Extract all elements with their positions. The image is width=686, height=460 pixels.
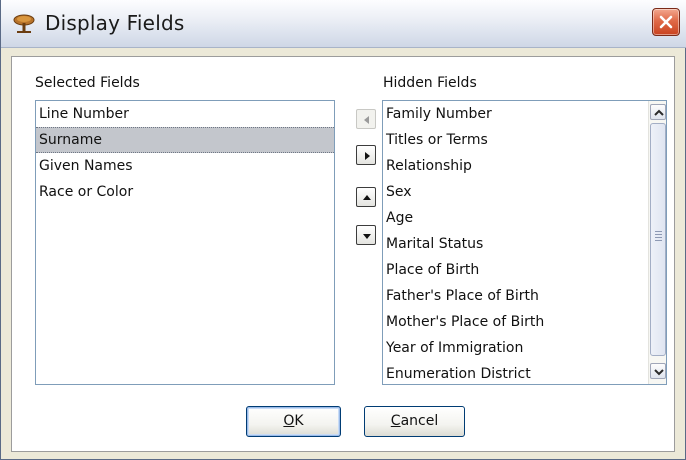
hidden-fields-label: Hidden Fields: [383, 75, 477, 91]
grip-line: [655, 240, 662, 241]
list-item[interactable]: Enumeration District: [383, 361, 648, 387]
list-item[interactable]: Given Names: [36, 153, 334, 179]
list-item[interactable]: Mother's Place of Birth: [383, 309, 648, 335]
triangle-right-icon: [365, 152, 370, 160]
list-item-selected[interactable]: Surname: [36, 127, 334, 153]
triangle-left-icon: [364, 116, 369, 124]
chevron-down-icon: [654, 369, 664, 376]
chevron-up-icon: [654, 109, 664, 116]
scroll-thumb[interactable]: [650, 123, 666, 356]
list-item[interactable]: Year of Immigration: [383, 335, 648, 361]
move-down-button[interactable]: [356, 225, 376, 245]
dialog-title: Display Fields: [45, 11, 185, 35]
list-item[interactable]: Sex: [383, 179, 648, 205]
move-up-button[interactable]: [356, 187, 376, 207]
grip-line: [655, 237, 662, 238]
selected-fields-list[interactable]: Line Number Surname Given Names Race or …: [35, 100, 335, 385]
title-bar[interactable]: Display Fields: [1, 0, 686, 48]
list-item[interactable]: Race or Color: [36, 179, 334, 205]
hidden-fields-list[interactable]: Family Number Titles or Terms Relationsh…: [382, 100, 667, 385]
hidden-fields-scrollbar[interactable]: [648, 101, 666, 384]
close-icon: [659, 15, 673, 29]
display-fields-dialog: Display Fields Selected Fields Hidden Fi…: [0, 0, 686, 460]
list-item[interactable]: Father's Place of Birth: [383, 283, 648, 309]
ok-button[interactable]: OK: [246, 406, 341, 437]
scroll-up-button[interactable]: [650, 104, 666, 120]
tree-icon: [13, 13, 35, 35]
list-item[interactable]: Family Number: [383, 101, 648, 127]
selected-fields-label: Selected Fields: [35, 75, 140, 91]
list-item[interactable]: Marital Status: [383, 231, 648, 257]
list-item[interactable]: Age: [383, 205, 648, 231]
list-item[interactable]: Relationship: [383, 153, 648, 179]
triangle-up-icon: [363, 195, 371, 200]
grip-line: [655, 231, 662, 232]
ok-label: K: [294, 413, 304, 429]
list-item[interactable]: Place of Birth: [383, 257, 648, 283]
scroll-down-button[interactable]: [650, 363, 666, 379]
cancel-mnemonic: C: [390, 413, 401, 429]
dialog-content: Selected Fields Hidden Fields Line Numbe…: [11, 56, 675, 452]
list-item[interactable]: Titles or Terms: [383, 127, 648, 153]
move-left-button[interactable]: [356, 109, 376, 129]
close-button[interactable]: [652, 8, 680, 36]
ok-mnemonic: O: [283, 413, 295, 429]
move-right-button[interactable]: [356, 145, 376, 165]
cancel-button[interactable]: Cancel: [364, 406, 465, 437]
list-item[interactable]: Line Number: [36, 101, 334, 127]
grip-line: [655, 234, 662, 235]
cancel-label: ancel: [400, 413, 439, 429]
triangle-down-icon: [363, 234, 371, 239]
hidden-fields-items: Family Number Titles or Terms Relationsh…: [383, 101, 648, 387]
